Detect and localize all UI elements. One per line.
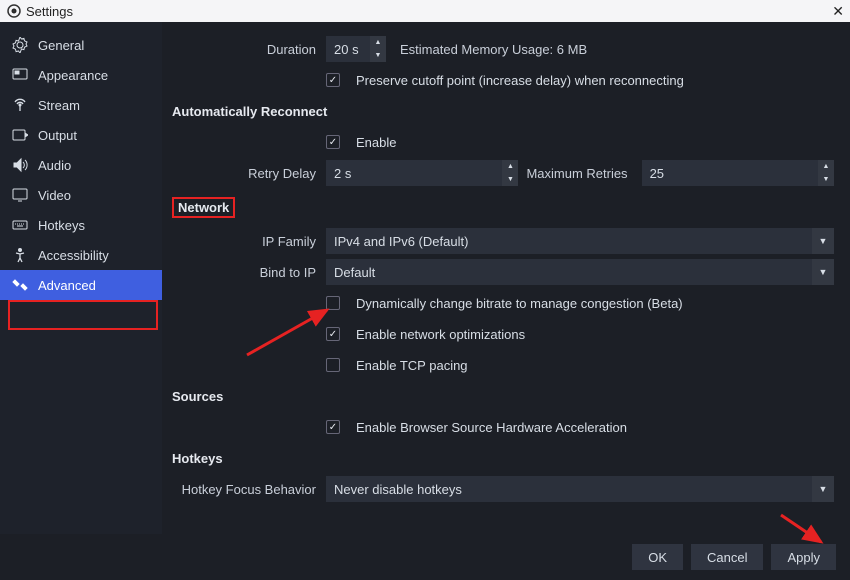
close-icon[interactable]: ✕	[832, 4, 844, 18]
tcp-pacing-label: Enable TCP pacing	[356, 358, 468, 373]
app-icon	[6, 3, 22, 19]
sidebar-item-label: Advanced	[38, 278, 96, 293]
apply-button[interactable]: Apply	[771, 544, 836, 570]
sidebar-item-advanced[interactable]: Advanced	[0, 270, 162, 300]
ip-family-label: IP Family	[170, 234, 326, 249]
ok-button[interactable]: OK	[632, 544, 683, 570]
hotkey-focus-label: Hotkey Focus Behavior	[170, 482, 326, 497]
section-reconnect: Automatically Reconnect	[170, 98, 834, 125]
sidebar-item-stream[interactable]: Stream	[0, 90, 162, 120]
sidebar-item-label: Audio	[38, 158, 71, 173]
cancel-button[interactable]: Cancel	[691, 544, 763, 570]
spinner-icon[interactable]: ▲▼	[502, 160, 518, 186]
content-panel: Duration 20 s ▲▼ Estimated Memory Usage:…	[162, 22, 850, 534]
retry-delay-value: 2 s	[334, 166, 351, 181]
sidebar-item-output[interactable]: Output	[0, 120, 162, 150]
bind-ip-label: Bind to IP	[170, 265, 326, 280]
chevron-down-icon: ▼	[812, 228, 834, 254]
sidebar-item-audio[interactable]: Audio	[0, 150, 162, 180]
chevron-down-icon: ▼	[812, 476, 834, 502]
sidebar: General Appearance Stream Output Audio V…	[0, 22, 162, 534]
sidebar-item-label: Stream	[38, 98, 80, 113]
browser-hw-checkbox[interactable]	[326, 420, 340, 434]
net-opt-label: Enable network optimizations	[356, 327, 525, 342]
accessibility-icon	[12, 247, 28, 263]
bind-ip-select[interactable]: Default ▼	[326, 259, 834, 285]
net-opt-checkbox[interactable]	[326, 327, 340, 341]
annotation-highlight-network: Network	[172, 197, 235, 218]
browser-hw-label: Enable Browser Source Hardware Accelerat…	[356, 420, 627, 435]
duration-value: 20 s	[334, 42, 359, 57]
max-retries-input[interactable]: 25 ▲▼	[642, 160, 834, 186]
sidebar-item-video[interactable]: Video	[0, 180, 162, 210]
ip-family-value: IPv4 and IPv6 (Default)	[334, 234, 468, 249]
sidebar-item-hotkeys[interactable]: Hotkeys	[0, 210, 162, 240]
hotkey-focus-value: Never disable hotkeys	[334, 482, 462, 497]
keyboard-icon	[12, 217, 28, 233]
sidebar-item-appearance[interactable]: Appearance	[0, 60, 162, 90]
retry-delay-label: Retry Delay	[170, 166, 326, 181]
sidebar-item-label: Hotkeys	[38, 218, 85, 233]
chevron-down-icon: ▼	[812, 259, 834, 285]
ip-family-select[interactable]: IPv4 and IPv6 (Default) ▼	[326, 228, 834, 254]
preserve-checkbox[interactable]	[326, 73, 340, 87]
gear-icon	[12, 37, 28, 53]
annotation-highlight-advanced	[8, 300, 158, 330]
reconnect-enable-checkbox[interactable]	[326, 135, 340, 149]
bind-ip-value: Default	[334, 265, 375, 280]
spinner-icon[interactable]: ▲▼	[818, 160, 834, 186]
retry-delay-input[interactable]: 2 s ▲▼	[326, 160, 518, 186]
sidebar-item-label: Accessibility	[38, 248, 109, 263]
speaker-icon	[12, 157, 28, 173]
sidebar-item-label: Appearance	[38, 68, 108, 83]
sidebar-item-general[interactable]: General	[0, 30, 162, 60]
section-hotkeys: Hotkeys	[170, 445, 834, 472]
spinner-icon[interactable]: ▲▼	[370, 36, 386, 62]
tools-icon	[12, 277, 28, 293]
dyn-bitrate-label: Dynamically change bitrate to manage con…	[356, 296, 683, 311]
preserve-label: Preserve cutoff point (increase delay) w…	[356, 73, 684, 88]
tcp-pacing-checkbox[interactable]	[326, 358, 340, 372]
max-retries-label: Maximum Retries	[526, 166, 627, 181]
hotkey-focus-select[interactable]: Never disable hotkeys ▼	[326, 476, 834, 502]
appearance-icon	[12, 67, 28, 83]
section-network: Network	[170, 191, 834, 224]
dyn-bitrate-checkbox[interactable]	[326, 296, 340, 310]
output-icon	[12, 127, 28, 143]
max-retries-value: 25	[650, 166, 664, 181]
sidebar-item-label: Output	[38, 128, 77, 143]
antenna-icon	[12, 97, 28, 113]
titlebar: Settings ✕	[0, 0, 850, 22]
monitor-icon	[12, 187, 28, 203]
sidebar-item-accessibility[interactable]: Accessibility	[0, 240, 162, 270]
button-bar: OK Cancel Apply	[0, 534, 850, 580]
estimated-usage: Estimated Memory Usage: 6 MB	[400, 42, 587, 57]
duration-label: Duration	[170, 42, 326, 57]
window-title: Settings	[26, 4, 73, 19]
reconnect-enable-label: Enable	[356, 135, 396, 150]
section-sources: Sources	[170, 383, 834, 410]
sidebar-item-label: General	[38, 38, 84, 53]
sidebar-item-label: Video	[38, 188, 71, 203]
duration-input[interactable]: 20 s ▲▼	[326, 36, 386, 62]
